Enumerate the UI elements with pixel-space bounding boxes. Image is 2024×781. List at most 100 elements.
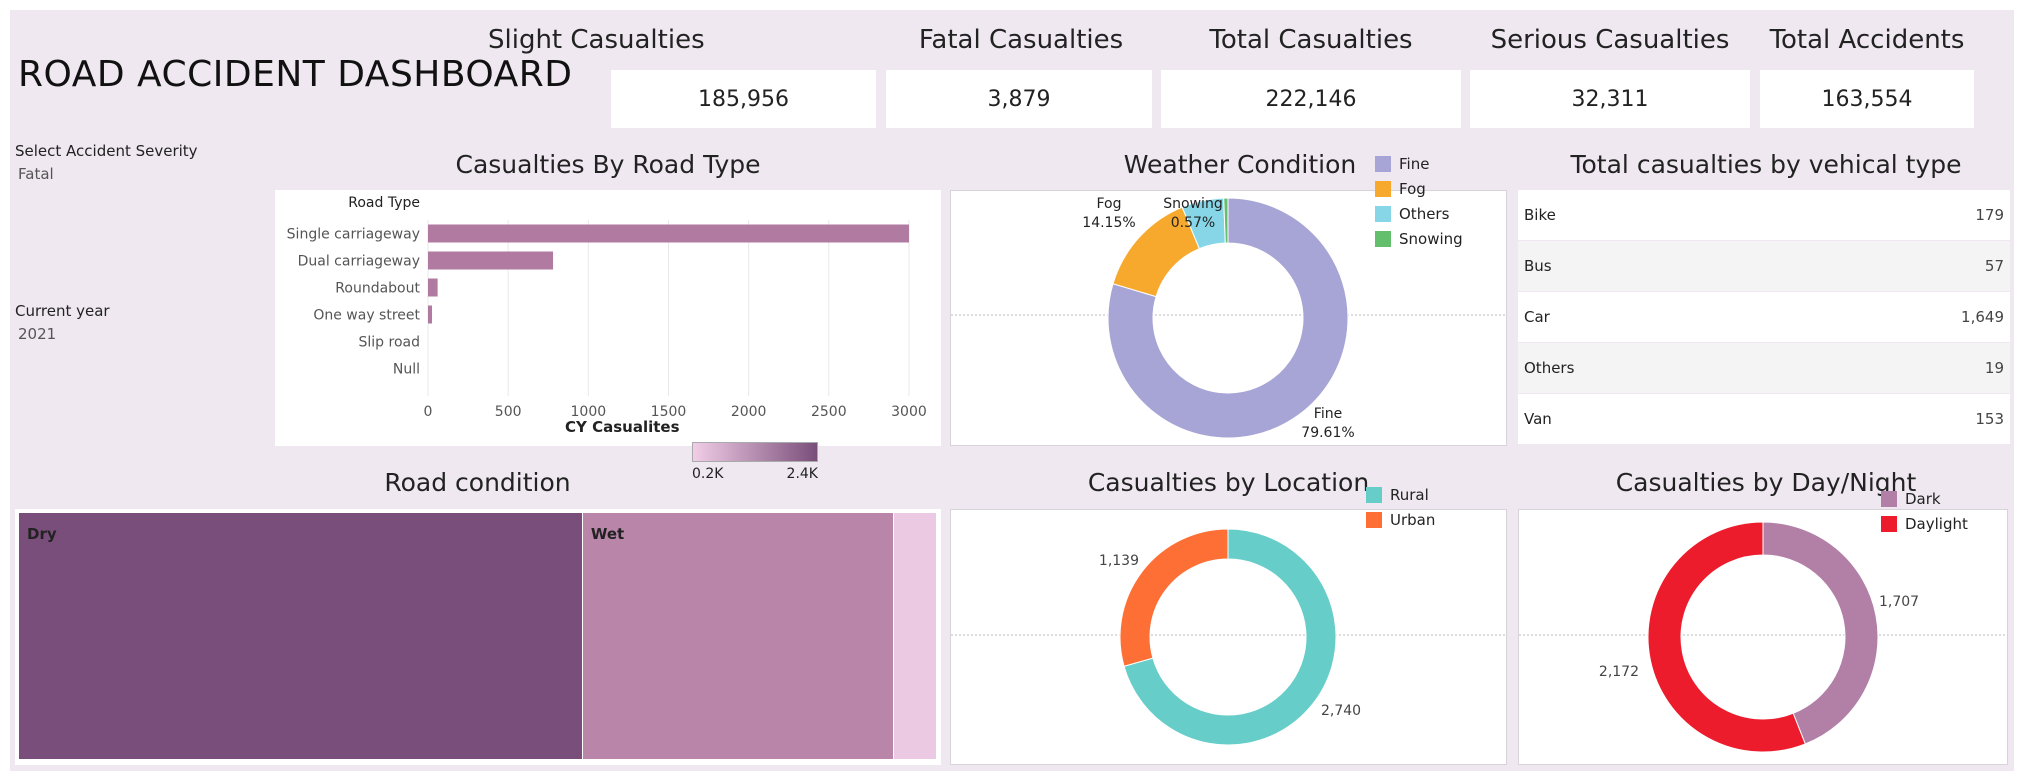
treemap-label: Wet	[590, 525, 625, 543]
vehicle-name: Others	[1524, 359, 1575, 377]
slice-label-value-snowing: 0.57%	[1171, 215, 1215, 231]
legend-label: Fine	[1399, 154, 1430, 173]
legend-label: Fog	[1399, 179, 1426, 198]
legend-swatch	[1375, 155, 1391, 172]
year-filter-value[interactable]: 2021	[18, 325, 56, 343]
slice-urban	[1119, 528, 1229, 667]
slice-value-urban: 1,139	[1099, 553, 1139, 569]
legend-item-rural[interactable]: Rural	[1366, 482, 1435, 507]
cy-legend-gradient	[692, 442, 818, 462]
legend-label: Daylight	[1905, 514, 1968, 533]
category-label-one-way-street: One way street	[313, 308, 420, 324]
legend-item-others[interactable]: Others	[1375, 201, 1463, 226]
kpi-fatal-value: 3,879	[886, 70, 1152, 128]
category-label-dual-carriageway: Dual carriageway	[298, 254, 420, 270]
slice-label-name-snowing: Snowing	[1163, 196, 1222, 212]
vehicle-name: Bus	[1524, 257, 1552, 275]
slice-value-rural: 2,740	[1321, 703, 1361, 719]
vehicle-value: 1,649	[1961, 308, 2004, 326]
category-label-slip-road: Slip road	[359, 335, 420, 351]
legend-label: Others	[1399, 204, 1450, 223]
vehicle-value: 153	[1975, 410, 2004, 428]
legend-swatch	[1366, 486, 1382, 503]
year-filter-label: Current year	[15, 302, 110, 320]
vehicle-value: 19	[1984, 359, 2004, 377]
location-chart: 2,740 1,139	[951, 528, 1506, 746]
road-condition-title: Road condition	[384, 468, 571, 497]
daynight-chart: 1,707 2,172	[1519, 521, 2007, 753]
legend-label: Urban	[1390, 510, 1436, 529]
kpi-total-value: 222,146	[1161, 70, 1461, 128]
treemap-label: Dry	[27, 525, 57, 543]
slice-label-value-fine: 79.61%	[1301, 425, 1354, 441]
table-row[interactable]: Car 1,649	[1518, 292, 2010, 342]
severity-filter-value[interactable]: Fatal	[18, 165, 54, 183]
bar-single-carriageway	[428, 224, 909, 243]
legend-item-urban[interactable]: Urban	[1366, 507, 1435, 532]
treemap-cell-wet[interactable]: Wet	[582, 513, 894, 759]
legend-item-snowing[interactable]: Snowing	[1375, 226, 1463, 251]
vehicle-name: Bike	[1524, 206, 1556, 224]
vehicle-value: 57	[1984, 257, 2004, 275]
slice-label-name-fog: Fog	[1096, 196, 1121, 212]
slice-label-name-fine: Fine	[1314, 406, 1342, 422]
legend-swatch	[1375, 180, 1391, 197]
slice-value-daylight: 2,172	[1599, 664, 1639, 680]
location-legend: Rural Urban	[1366, 482, 1435, 532]
road-condition-treemap: Dry Wet	[15, 509, 941, 765]
legend-swatch	[1881, 515, 1897, 532]
location-panel: 2,740 1,139	[950, 509, 1507, 765]
treemap-cell-other[interactable]	[894, 513, 936, 759]
road-type-title: Casualties By Road Type	[455, 150, 761, 179]
x-tick-label: 500	[495, 404, 522, 420]
bar-one-way-street	[428, 305, 433, 324]
slice-value-dark: 1,707	[1879, 594, 1919, 610]
x-tick-label: 0	[424, 404, 433, 420]
table-row[interactable]: Bike 179	[1518, 190, 2010, 240]
weather-legend: Fine Fog Others Snowing	[1375, 151, 1463, 251]
legend-swatch	[1881, 490, 1897, 507]
legend-label: Dark	[1905, 489, 1941, 508]
legend-item-fine[interactable]: Fine	[1375, 151, 1463, 176]
road-type-panel: 0 500 1000 1500 2000 2500 3000 Road Type Single …	[275, 190, 941, 446]
table-row[interactable]: Others 19	[1518, 343, 2010, 393]
category-label-single-carriageway: Single carriageway	[287, 227, 420, 243]
kpi-fatal-label: Fatal Casualties	[918, 25, 1124, 55]
y-axis-title: Road Type	[348, 195, 420, 211]
slice-label-value-fog: 14.15%	[1082, 215, 1135, 231]
x-tick-label: 2500	[811, 404, 847, 420]
bar-roundabout	[428, 278, 438, 297]
kpi-serious-value: 32,311	[1470, 70, 1750, 128]
x-tick-label: 2000	[731, 404, 767, 420]
slice-dark	[1762, 521, 1879, 745]
category-label-null: Null	[393, 362, 420, 378]
category-label-roundabout: Roundabout	[335, 281, 420, 297]
legend-swatch	[1375, 205, 1391, 222]
treemap-cell-dry[interactable]: Dry	[19, 513, 582, 759]
legend-label: Snowing	[1399, 229, 1463, 248]
daynight-panel: 1,707 2,172	[1518, 509, 2008, 765]
vehicle-name: Van	[1524, 410, 1552, 428]
severity-filter-label: Select Accident Severity	[15, 142, 198, 160]
table-row[interactable]: Bus 57	[1518, 241, 2010, 291]
legend-item-daylight[interactable]: Daylight	[1881, 511, 1968, 536]
legend-swatch	[1375, 230, 1391, 247]
legend-label: Rural	[1390, 485, 1429, 504]
kpi-slight-value: 185,956	[611, 70, 876, 128]
dashboard-title: ROAD ACCIDENT DASHBOARD	[18, 54, 573, 95]
vehicle-name: Car	[1524, 308, 1550, 326]
cy-legend-title: CY Casualites	[565, 418, 680, 436]
kpi-total-label: Total Casualties	[1209, 25, 1413, 55]
vehicle-table: Bike 179 Bus 57 Car 1,649 Others 19 Van 153	[1518, 190, 2010, 446]
legend-item-dark[interactable]: Dark	[1881, 486, 1968, 511]
daynight-legend: Dark Daylight	[1881, 486, 1968, 536]
legend-swatch	[1366, 511, 1382, 528]
kpi-accidents-label: Total Accidents	[1769, 25, 1965, 55]
kpi-serious-label: Serious Casualties	[1490, 25, 1730, 55]
legend-item-fog[interactable]: Fog	[1375, 176, 1463, 201]
table-row[interactable]: Van 153	[1518, 394, 2010, 444]
road-type-chart: 0 500 1000 1500 2000 2500 3000Road TypeSingle …	[287, 195, 927, 420]
vehicle-title: Total casualties by vehical type	[1570, 150, 1962, 179]
bar-dual-carriageway	[428, 251, 554, 270]
x-tick-label: 3000	[891, 404, 927, 420]
